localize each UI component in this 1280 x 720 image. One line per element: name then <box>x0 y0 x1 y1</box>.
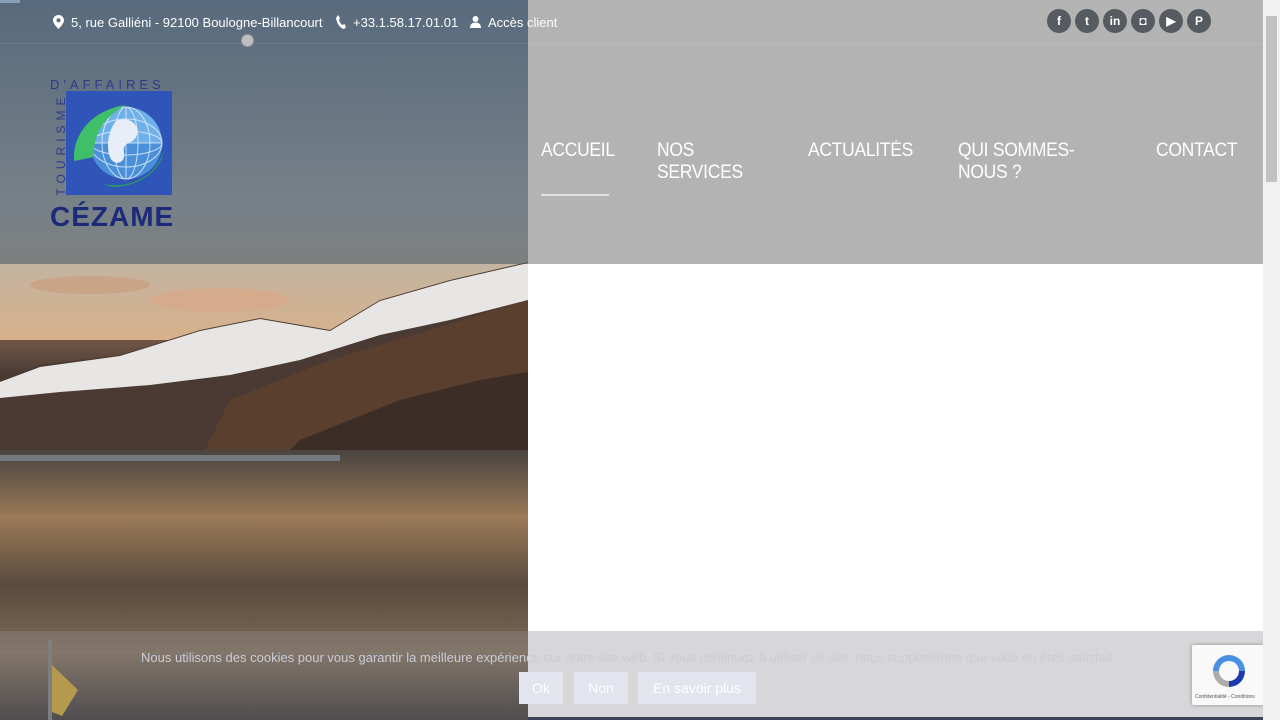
user-icon <box>470 16 481 28</box>
address-item: 5, rue Galliéni - 92100 Boulogne-Billanc… <box>53 13 323 31</box>
globe-icon <box>66 91 172 195</box>
phone-text: +33.1.58.17.01.01 <box>353 14 459 30</box>
phone-item[interactable]: +33.1.58.17.01.01 <box>336 13 458 31</box>
client-access-link[interactable]: Accès client <box>470 13 557 31</box>
header-right-panel <box>528 0 1263 264</box>
linkedin-icon[interactable]: in <box>1103 9 1127 33</box>
pinterest-icon[interactable]: P <box>1187 9 1211 33</box>
cookie-banner: Nous utilisons des cookies pour vous gar… <box>0 631 1263 720</box>
cookie-more-button[interactable]: En savoir plus <box>638 672 756 704</box>
instagram-icon[interactable]: ◘ <box>1131 9 1155 33</box>
nav-item-nos-services[interactable]: NOS SERVICES <box>657 140 762 194</box>
cookie-ok-button[interactable]: Ok <box>519 672 563 704</box>
scrollbar-thumb[interactable] <box>1266 16 1277 182</box>
cookie-no-button[interactable]: Non <box>574 672 628 704</box>
slider-dot[interactable] <box>241 34 254 47</box>
phone-icon <box>336 15 346 29</box>
client-access-text: Accès client <box>488 14 558 30</box>
recaptcha-icon <box>1213 655 1245 687</box>
youtube-icon[interactable]: ▶ <box>1159 9 1183 33</box>
nav-item-contact[interactable]: CONTACT <box>1156 140 1238 194</box>
social-links: f t in ◘ ▶ P <box>1047 9 1211 33</box>
nav-item-actualites[interactable]: ACTUALITÉS <box>808 140 913 194</box>
site-logo[interactable]: D'AFFAIRES TOURISME CÉZAME <box>50 77 174 232</box>
address-text: 5, rue Galliéni - 92100 Boulogne-Billanc… <box>71 14 323 30</box>
twitter-icon[interactable]: t <box>1075 9 1099 33</box>
main-navigation: ACCUEIL NOS SERVICES ACTUALITÉS QUI SOMM… <box>541 140 1280 196</box>
nav-item-qui-sommes-nous[interactable]: QUI SOMMES-NOUS ? <box>958 140 1107 194</box>
topbar-divider <box>0 43 1263 44</box>
recaptcha-footer-text: Confidentialité - Conditions <box>1195 694 1255 700</box>
nav-item-accueil[interactable]: ACCUEIL <box>541 140 615 196</box>
cookie-message: Nous utilisons des cookies pour vous gar… <box>141 650 1116 665</box>
page-scrollbar[interactable] <box>1263 0 1280 720</box>
map-pin-icon <box>53 15 64 29</box>
facebook-icon[interactable]: f <box>1047 9 1071 33</box>
top-accent-strip <box>0 0 20 3</box>
recaptcha-badge[interactable]: Confidentialité - Conditions <box>1192 645 1266 705</box>
logo-brand-text: CÉZAME <box>50 201 175 232</box>
